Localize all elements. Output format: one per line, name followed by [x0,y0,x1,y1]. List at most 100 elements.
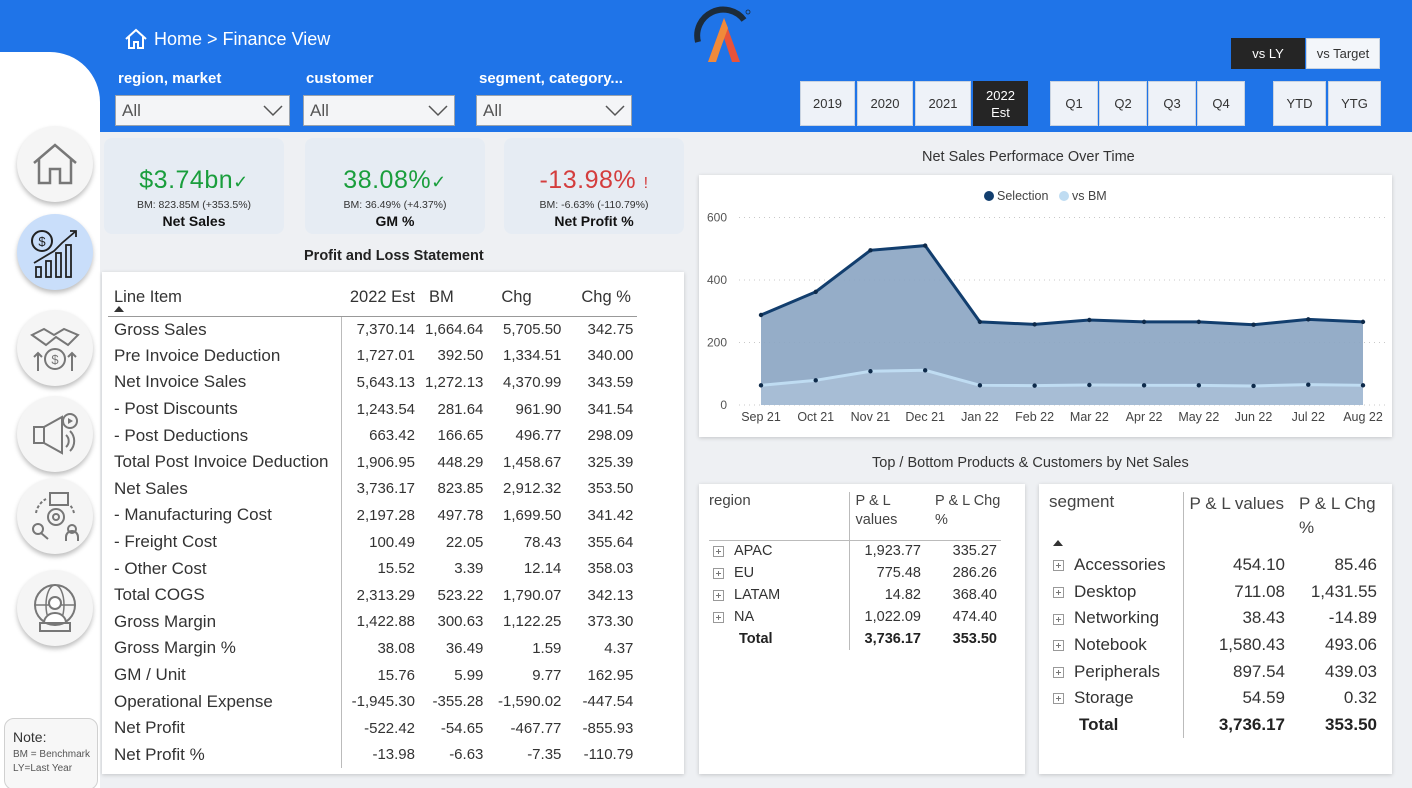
table-row[interactable]: Accessories 454.10 85.46 [1049,552,1381,579]
table-row[interactable]: Pre Invoice Deduction 1,727.01 392.50 1,334… [108,342,637,370]
x-tick-label: Feb 22 [1015,410,1054,424]
table-row[interactable]: EU 775.48 286.26 [709,562,1001,584]
breadcrumb[interactable]: Home > Finance View [124,28,330,50]
expand-icon[interactable] [713,567,724,579]
value-cell: 474.40 [952,609,997,625]
nav-marketing[interactable] [17,396,93,472]
bm-point [977,383,983,388]
year-button-2022-est[interactable]: 2022 Est [973,81,1028,126]
expand-icon[interactable] [1053,666,1064,678]
row-header-cell: Peripherals [1049,658,1184,685]
table-row[interactable]: Gross Sales 7,370.14 1,664.64 5,705.50 342.7… [108,316,637,343]
region-dropdown[interactable]: All [115,95,290,126]
row-header-cell: Networking [1049,605,1184,632]
column-header[interactable]: segment [1049,492,1184,552]
row-label: Networking [1074,608,1160,628]
value-cell: 342.13 [587,586,634,604]
table-row[interactable]: Net Invoice Sales 5,643.13 1,272.13 4,370.9… [108,369,637,396]
expand-icon[interactable] [1053,693,1064,705]
table-row[interactable]: - Post Deductions 663.42 166.65 496.77 298.0… [108,422,637,449]
column-header[interactable]: 2022 Est [341,280,419,317]
value-cell: -13.98 [372,746,415,764]
filter-label-region: region, market [118,70,222,87]
nav-sales[interactable]: $ [17,310,93,386]
nav-home[interactable] [17,126,93,202]
quarter-button-q2[interactable]: Q2 [1099,81,1147,126]
table-row[interactable]: NA 1,022.09 474.40 [709,606,1001,628]
table-row[interactable]: Gross Margin 1,422.88 300.63 1,122.25 373.30 [108,608,637,636]
table-row[interactable]: Net Profit -522.42 -54.65 -467.77 -855.93 [108,714,637,742]
home-icon[interactable] [124,28,148,50]
quarter-button-q4[interactable]: Q4 [1197,81,1245,126]
column-header[interactable]: P & L values [1183,492,1289,552]
table-row[interactable]: Net Sales 3,736.17 823.85 2,912.32 353.50 [108,475,637,503]
quarter-button-q3[interactable]: Q3 [1148,81,1196,126]
column-header[interactable]: P & L Chg % [925,492,1001,541]
ytg-button[interactable]: YTG [1328,81,1381,126]
table-row[interactable]: - Freight Cost 100.49 22.05 78.43 355.64 [108,528,637,556]
year-button-2021[interactable]: 2021 [915,81,971,126]
table-row[interactable]: Desktop 711.08 1,431.55 [1049,578,1381,606]
table-row[interactable]: Operational Expense -1,945.30 -355.28 -1,59… [108,688,637,715]
table-row[interactable]: LATAM 14.82 368.40 [709,584,1001,606]
selection-point [1196,319,1202,325]
sort-ascending-icon[interactable] [1053,540,1063,546]
x-tick-label: Oct 21 [797,410,834,424]
ytd-button[interactable]: YTD [1273,81,1326,126]
column-header[interactable]: Line Item [108,280,341,317]
nav-finance[interactable]: $ [17,214,93,290]
sort-ascending-icon[interactable] [114,306,124,312]
expand-icon[interactable] [713,589,724,601]
customer-dropdown[interactable]: All [303,95,455,126]
nav-supply-chain[interactable] [17,478,93,554]
column-header[interactable]: BM [419,280,488,317]
vs-ly-button[interactable]: vs LY [1231,38,1305,69]
row-header-cell: Storage [1049,684,1184,712]
column-header[interactable]: region [709,492,850,541]
column-header[interactable]: Chg % [565,280,638,317]
line-item-cell: - Post Discounts [108,395,342,423]
breadcrumb-text[interactable]: Home > Finance View [154,29,330,50]
table-row[interactable]: - Manufacturing Cost 2,197.28 497.78 1,699.… [108,502,637,529]
value-cell: 22.05 [445,533,484,551]
table-row[interactable]: APAC 1,923.77 335.27 [709,540,1001,562]
column-header[interactable]: P & L values [849,492,925,541]
table-row[interactable]: Storage 54.59 0.32 [1049,684,1381,712]
year-button-2019[interactable]: 2019 [800,81,855,126]
expand-icon[interactable] [1053,560,1064,572]
selection-point [868,248,873,253]
legend-marker-selection [984,191,994,201]
value-cell: 300.63 [437,613,484,631]
expand-icon[interactable] [713,545,724,557]
table-row[interactable]: GM / Unit 15.76 5.99 9.77 162.95 [108,661,637,689]
vs-target-button[interactable]: vs Target [1306,38,1380,69]
value-cell: 1,458.67 [503,453,562,471]
table-row[interactable]: Total Post Invoice Deduction 1,906.95 448.… [108,448,637,476]
expand-icon[interactable] [1053,640,1064,652]
total-label: Total [709,628,850,650]
table-row[interactable]: Net Profit % -13.98 -6.63 -7.35 -110.79 [108,741,637,769]
table-row[interactable]: Peripherals 897.54 439.03 [1049,658,1381,685]
value-cell: -14.89 [1328,608,1377,628]
value-cell: 439.03 [1325,661,1377,681]
table-row[interactable]: Total COGS 2,313.29 523.22 1,790.07 342.13 [108,581,637,609]
nav-executive[interactable] [17,570,93,646]
quarter-button-q1[interactable]: Q1 [1050,81,1098,126]
expand-icon[interactable] [1053,586,1064,598]
table-row[interactable]: Gross Margin % 38.08 36.49 1.59 4.37 [108,635,637,662]
table-row[interactable]: Networking 38.43 -14.89 [1049,605,1381,632]
value-cell: 298.09 [587,427,634,445]
selection-point [1087,317,1092,323]
table-row[interactable]: - Post Discounts 1,243.54 281.64 961.90 341.… [108,395,637,423]
segment-dropdown[interactable]: All [476,95,632,126]
value-cell: 1,580.43 [1218,635,1285,655]
column-header[interactable]: P & L Chg % [1289,492,1381,552]
expand-icon[interactable] [713,611,724,623]
net-sales-area-chart: 0 200 400 600 Sep 21 Oct 21 Nov 21 Dec 21 Jan 22… [707,189,1385,424]
table-row[interactable]: Notebook 1,580.43 493.06 [1049,631,1381,659]
table-row[interactable]: - Other Cost 15.52 3.39 12.14 358.03 [108,555,637,582]
expand-icon[interactable] [1053,613,1064,625]
customer-dropdown-value: All [310,100,329,120]
column-header[interactable]: Chg [487,280,566,317]
year-button-2020[interactable]: 2020 [857,81,913,126]
